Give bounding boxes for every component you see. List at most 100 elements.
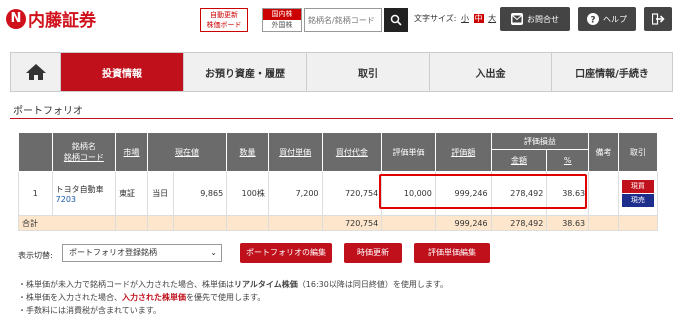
market-foreign[interactable]: 外国株 bbox=[263, 20, 301, 31]
auto-update-board-button[interactable]: 自動更新 株価ボード bbox=[200, 8, 248, 32]
nav-investment-info[interactable]: 投資情報 bbox=[61, 53, 184, 91]
cell-day: 当日 bbox=[146, 171, 174, 216]
total-pl-pct: 38.63 bbox=[546, 215, 590, 231]
logout-button[interactable] bbox=[644, 7, 672, 31]
col-price[interactable]: 現在値 bbox=[146, 132, 228, 172]
nav-assets-history[interactable]: お預り資産・履歴 bbox=[184, 53, 307, 91]
cell-buy-price: 7,200 bbox=[267, 171, 323, 216]
total-empty-price bbox=[172, 215, 228, 231]
col-buy-price[interactable]: 買付単価 bbox=[267, 132, 323, 172]
cell-price: 9,865 bbox=[172, 171, 228, 216]
total-empty-eval-price bbox=[381, 215, 436, 231]
total-pl-amount: 278,492 bbox=[490, 215, 548, 231]
cell-trade: 現買 現売 bbox=[617, 171, 659, 216]
col-pl-amount[interactable]: 金額 bbox=[490, 149, 548, 172]
help-label: ヘルプ bbox=[603, 14, 627, 24]
logo-text: 内藤証券 bbox=[28, 11, 96, 31]
note-line-3: ・手数料には消費税が含まれています。 bbox=[18, 306, 161, 315]
market-domestic[interactable]: 国内株 bbox=[263, 9, 301, 20]
edit-eval-price-button[interactable]: 評価単価編集 bbox=[414, 243, 490, 263]
chevron-down-icon: ⌄ bbox=[210, 248, 217, 257]
cash-sell-button[interactable]: 現売 bbox=[621, 194, 654, 207]
col-pl-pct[interactable]: % bbox=[546, 149, 590, 172]
col-market-label: 市場 bbox=[123, 147, 140, 157]
logo-mark: N bbox=[6, 8, 26, 29]
main-nav: 投資情報 お預り資産・履歴 取引 入出金 口座情報/手続き bbox=[10, 52, 673, 92]
header: N 内藤証券 自動更新 株価ボード 国内株 外国株 文字サイズ: 小 中 大 お… bbox=[0, 0, 682, 38]
cash-buy-button[interactable]: 現買 bbox=[621, 180, 654, 193]
contact-label: お問合せ bbox=[527, 14, 559, 24]
col-eval-price: 評価単価 bbox=[381, 132, 436, 172]
cell-pl-pct: 38.63 bbox=[546, 171, 590, 216]
note-2b: 入力された株単価 bbox=[122, 293, 186, 302]
col-code-label[interactable]: 銘柄コード bbox=[55, 152, 113, 163]
font-size-medium[interactable]: 中 bbox=[473, 14, 484, 23]
portfolio-table: 銘柄名 銘柄コード 市場 現在値 数量 買付単価 買付代金 評価単価 評価額 評… bbox=[17, 132, 659, 231]
display-switch-value: ポートフォリオ登録銘柄 bbox=[69, 248, 157, 257]
svg-text:?: ? bbox=[590, 16, 595, 25]
cell-note bbox=[588, 171, 619, 216]
display-switch-label: 表示切替: bbox=[18, 251, 53, 260]
col-pl: 評価損益 bbox=[490, 132, 590, 150]
cell-market: 東証 bbox=[115, 171, 148, 216]
note-line-1: ・株単価が未入力で銘柄コードが入力された場合、株単価はリアルタイム株価（16:3… bbox=[18, 278, 448, 291]
col-eval-amount-label: 評価額 bbox=[451, 147, 476, 157]
total-empty-note bbox=[588, 215, 619, 231]
nav-trade[interactable]: 取引 bbox=[307, 53, 430, 91]
col-trade: 取引 bbox=[617, 132, 659, 172]
question-icon: ? bbox=[587, 13, 599, 25]
col-eval-amount[interactable]: 評価額 bbox=[434, 132, 492, 172]
col-buy-amount[interactable]: 買付代金 bbox=[321, 132, 383, 172]
cell-name: トヨタ自動車 7203 bbox=[51, 171, 117, 216]
stock-code: 7203 bbox=[55, 194, 76, 204]
logout-icon bbox=[651, 13, 665, 25]
note-2a: ・株単価を入力された場合、 bbox=[18, 293, 122, 302]
col-buy-amount-label: 買付代金 bbox=[335, 147, 368, 157]
total-empty-market bbox=[115, 215, 148, 231]
total-empty-day bbox=[146, 215, 174, 231]
nav-account-info[interactable]: 口座情報/手続き bbox=[552, 53, 672, 91]
auto-update-line1: 自動更新 bbox=[210, 11, 238, 19]
col-market[interactable]: 市場 bbox=[115, 132, 148, 172]
font-size-label: 文字サイズ: bbox=[414, 14, 457, 23]
stock-name: トヨタ自動車 bbox=[55, 184, 104, 194]
edit-portfolio-button[interactable]: ポートフォリオの編集 bbox=[240, 243, 332, 263]
contact-button[interactable]: お問合せ bbox=[500, 7, 570, 31]
col-name-label: 銘柄名 bbox=[71, 142, 96, 151]
note-1c: （16:30以降は同日終値）を使用します。 bbox=[297, 280, 449, 289]
mail-icon bbox=[511, 13, 523, 25]
display-switch-select[interactable]: ポートフォリオ登録銘柄 ⌄ bbox=[62, 244, 222, 262]
col-name: 銘柄名 銘柄コード bbox=[51, 132, 117, 172]
market-toggle[interactable]: 国内株 外国株 bbox=[262, 8, 302, 32]
cell-buy-amount: 720,754 bbox=[321, 171, 383, 216]
nav-deposit-withdraw[interactable]: 入出金 bbox=[430, 53, 552, 91]
col-pl-amount-label: 金額 bbox=[510, 156, 527, 165]
cell-pl-amount: 278,492 bbox=[490, 171, 548, 216]
col-price-label: 現在値 bbox=[174, 147, 199, 157]
nav-home[interactable] bbox=[11, 53, 61, 91]
notes: ・株単価が未入力で銘柄コードが入力された場合、株単価はリアルタイム株価（16:3… bbox=[18, 278, 448, 317]
total-empty-qty bbox=[226, 215, 269, 231]
font-size-small[interactable]: 小 bbox=[461, 14, 469, 23]
col-pl-pct-label: % bbox=[563, 156, 572, 165]
search-button[interactable] bbox=[384, 8, 408, 32]
col-qty[interactable]: 数量 bbox=[226, 132, 269, 172]
font-size-selector: 文字サイズ: 小 中 大 bbox=[414, 13, 496, 24]
help-button[interactable]: ? ヘルプ bbox=[578, 7, 636, 31]
col-note: 備考 bbox=[588, 132, 619, 172]
cell-eval-price: 10,000 bbox=[381, 171, 436, 216]
home-icon bbox=[25, 64, 46, 80]
refresh-price-button[interactable]: 時価更新 bbox=[344, 243, 402, 263]
search-input[interactable] bbox=[304, 8, 382, 32]
search-icon bbox=[390, 14, 402, 26]
total-eval-amount: 999,246 bbox=[434, 215, 492, 231]
note-2c: を優先で使用します。 bbox=[186, 293, 266, 302]
font-size-large[interactable]: 大 bbox=[488, 14, 496, 23]
logo[interactable]: N 内藤証券 bbox=[6, 6, 96, 31]
cell-no: 1 bbox=[18, 171, 53, 216]
total-empty-buy-price bbox=[267, 215, 323, 231]
col-no bbox=[18, 132, 53, 172]
table-row: 1 トヨタ自動車 7203 東証 当日 9,865 100株 7,200 720… bbox=[18, 171, 659, 216]
note-1b: リアルタイム株価 bbox=[234, 280, 298, 289]
cell-eval-amount: 999,246 bbox=[434, 171, 492, 216]
